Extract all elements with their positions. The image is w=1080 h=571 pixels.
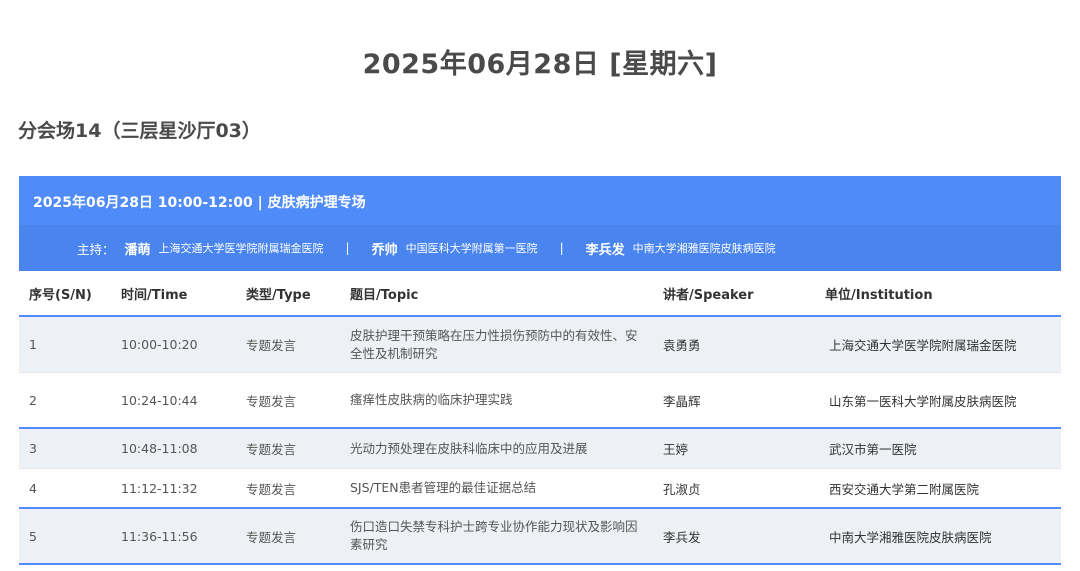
header-time: 时间/Time [121, 287, 188, 303]
host-name: 潘萌 [124, 242, 151, 258]
cell-speaker: 李兵发 [663, 529, 701, 545]
cell-institution: 山东第一医科大学附属皮肤病医院 [829, 393, 1017, 409]
cell-institution: 上海交通大学医学院附属瑞金医院 [829, 338, 1017, 353]
header-institution: 单位/Institution [825, 287, 933, 303]
page-date-title: 2025年06月28日 [星期六] [362, 49, 718, 80]
cell-topic: 皮肤护理干预策略在压力性损伤预防中的有效性、安全性及机制研究 [350, 327, 638, 361]
cell-sn: 1 [29, 337, 37, 352]
cell-sn: 4 [29, 480, 37, 496]
cell-institution: 中南大学湘雅医院皮肤病医院 [829, 529, 992, 545]
host-institution: 中南大学湘雅医院皮肤病医院 [632, 242, 776, 255]
table-row: 2 10:24-10:44 专题发言 瘙痒性皮肤病的临床护理实践 李晶辉 山东第… [19, 373, 1061, 429]
header-type: 类型/Type [246, 287, 311, 303]
cell-time: 10:48-11:08 [121, 441, 198, 456]
table-row: 4 11:12-11:32 专题发言 SJS/TEN患者管理的最佳证据总结 孔淑… [19, 469, 1061, 509]
host-label: 主持： [77, 241, 115, 257]
cell-type: 专题发言 [246, 442, 297, 457]
cell-speaker: 孔淑贞 [663, 481, 701, 497]
cell-speaker: 李晶辉 [663, 393, 701, 409]
venue-title: 分会场14（三层星沙厅03） [18, 120, 261, 142]
cell-topic: 伤口造口失禁专科护士跨专业协作能力现状及影响因素研究 [350, 519, 638, 552]
cell-institution: 武汉市第一医院 [829, 442, 917, 457]
cell-speaker: 袁勇勇 [663, 338, 701, 353]
header-sn: 序号(S/N) [29, 287, 92, 303]
cell-sn: 5 [29, 528, 37, 544]
table-row: 3 10:48-11:08 专题发言 光动力预处理在皮肤科临床中的应用及进展 王… [19, 429, 1061, 469]
host-institution: 中国医科大学附属第一医院 [405, 242, 538, 255]
cell-institution: 西安交通大学第二附属医院 [829, 481, 980, 497]
cell-time: 10:00-10:20 [121, 337, 198, 352]
host-name: 李兵发 [585, 242, 625, 258]
host-separator: | [345, 241, 350, 255]
cell-time: 11:36-11:56 [121, 528, 198, 544]
table-row: 5 11:36-11:56 专题发言 伤口造口失禁专科护士跨专业协作能力现状及影… [19, 509, 1061, 565]
table-row: 1 10:00-10:20 专题发言 皮肤护理干预策略在压力性损伤预防中的有效性… [19, 317, 1061, 373]
cell-topic: SJS/TEN患者管理的最佳证据总结 [350, 480, 537, 495]
host-separator: | [559, 241, 564, 255]
cell-time: 10:24-10:44 [121, 392, 198, 408]
host-institution: 上海交通大学医学院附属瑞金医院 [158, 242, 324, 255]
cell-type: 专题发言 [246, 338, 297, 353]
cell-sn: 2 [29, 392, 37, 408]
cell-sn: 3 [29, 441, 37, 456]
header-speaker: 讲者/Speaker [663, 287, 754, 303]
cell-time: 11:12-11:32 [121, 480, 198, 496]
header-topic: 题目/Topic [350, 287, 419, 303]
cell-type: 专题发言 [246, 393, 297, 409]
host-name: 乔帅 [371, 242, 398, 258]
host-bar: 主持： 潘萌 上海交通大学医学院附属瑞金医院 | 乔帅 中国医科大学附属第一医院… [19, 225, 1061, 271]
cell-topic: 瘙痒性皮肤病的临床护理实践 [350, 392, 513, 407]
cell-type: 专题发言 [246, 481, 297, 497]
table-header: 序号(S/N) 时间/Time 类型/Type 题目/Topic 讲者/Spea… [19, 271, 1061, 317]
cell-type: 专题发言 [246, 529, 297, 545]
cell-topic: 光动力预处理在皮肤科临床中的应用及进展 [350, 440, 588, 456]
cell-speaker: 王婷 [663, 442, 689, 457]
session-card: 2025年06月28日 10:00-12:00 | 皮肤病护理专场 主持： 潘萌… [19, 176, 1061, 571]
session-title: 2025年06月28日 10:00-12:00 | 皮肤病护理专场 [19, 176, 1061, 225]
